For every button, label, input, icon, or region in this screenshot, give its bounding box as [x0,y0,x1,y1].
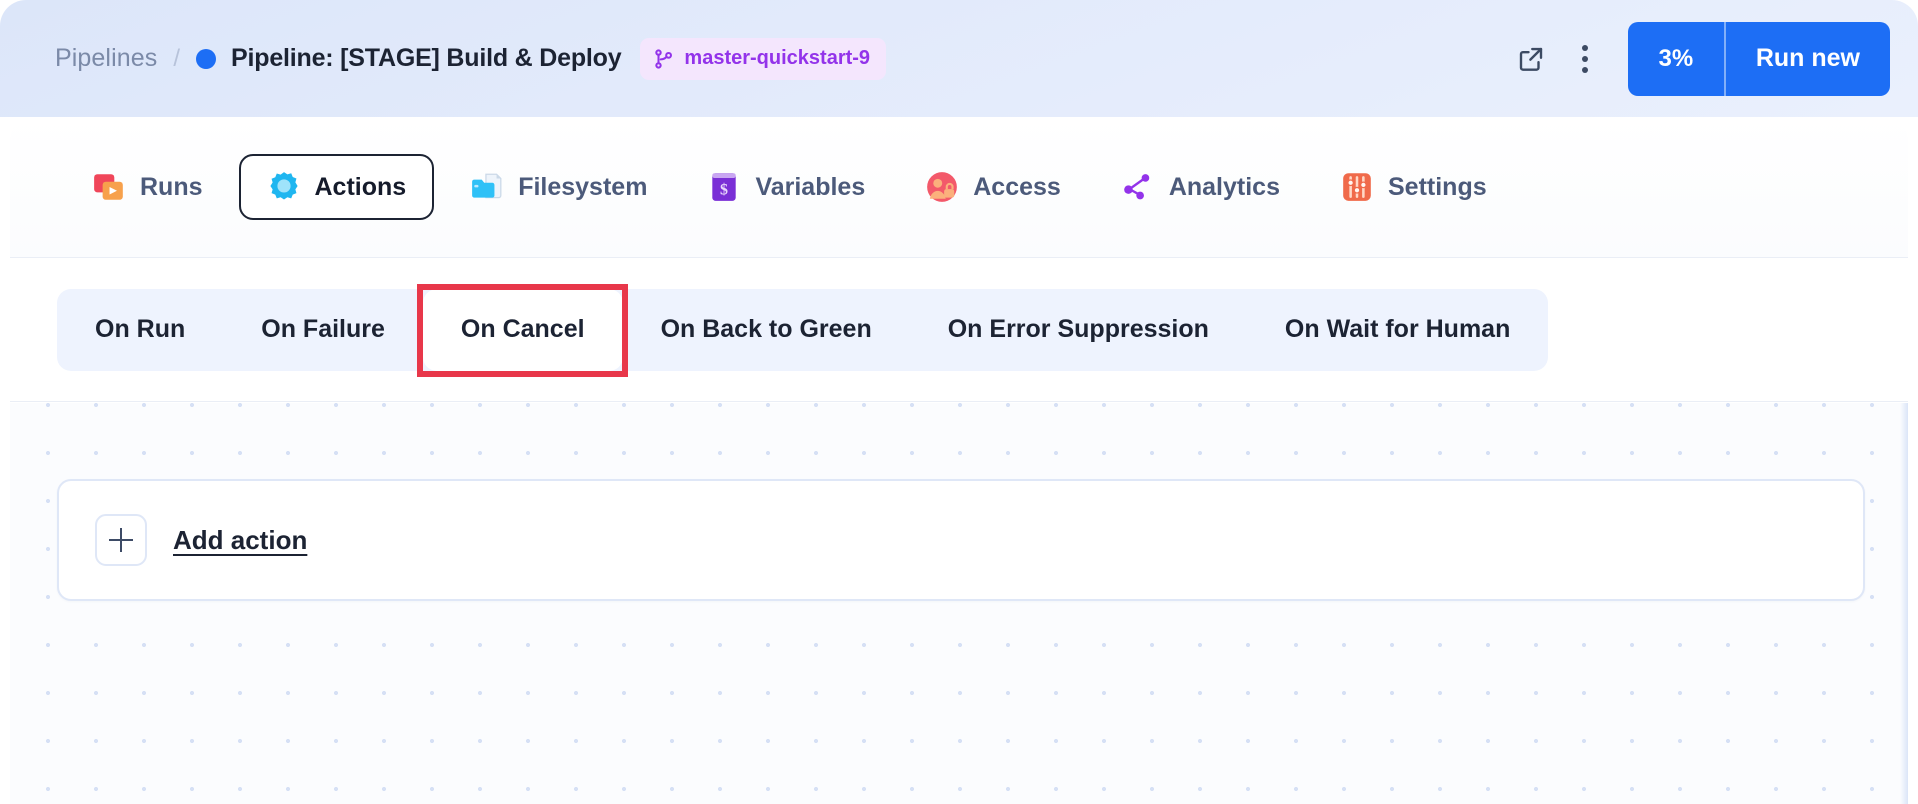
subtab-on-cancel[interactable]: On Cancel [422,288,623,371]
app-root: Pipelines / Pipeline: [STAGE] Build & De… [0,0,1918,804]
primary-tabs: Runs Actions Filesystem $ Variables Acce… [10,117,1908,258]
run-button-group: 3% Run new [1627,21,1890,96]
action-trigger-tabs: On Run On Failure On Cancel On Back to G… [10,258,1908,402]
tab-analytics[interactable]: Analytics [1097,154,1304,220]
tab-variables[interactable]: $ Variables [683,154,889,220]
git-branch-icon [655,48,673,69]
kebab-dot [1581,66,1588,73]
canvas-right-edge [1900,403,1908,804]
tab-access[interactable]: Access [901,154,1085,220]
tab-settings-label: Settings [1388,172,1487,201]
svg-text:$: $ [720,181,728,198]
kebab-dot [1581,55,1588,62]
branch-badge-label: master-quickstart-9 [684,47,871,69]
analytics-graph-icon [1124,174,1150,200]
external-link-icon [1519,47,1543,71]
tab-runs-label: Runs [140,172,203,201]
branch-badge[interactable]: master-quickstart-9 [640,37,887,80]
header-actions: 3% Run new [1504,21,1890,96]
tab-filesystem[interactable]: Filesystem [446,154,671,220]
variables-dollar-icon: $ [712,173,737,201]
access-users-icon [927,172,958,202]
subtab-on-run[interactable]: On Run [57,289,223,371]
subtab-on-wait-for-human[interactable]: On Wait for Human [1247,289,1548,371]
subtab-on-error-suppression[interactable]: On Error Suppression [910,289,1247,371]
tab-actions-label: Actions [314,172,407,201]
tab-filesystem-label: Filesystem [518,172,648,201]
tab-variables-label: Variables [755,172,866,201]
tab-actions[interactable]: Actions [238,154,435,220]
more-options-button[interactable] [1558,32,1612,86]
pipeline-status-dot [196,48,217,69]
action-trigger-tablist: On Run On Failure On Cancel On Back to G… [57,288,1549,371]
tab-analytics-label: Analytics [1168,172,1280,201]
plus-icon [109,528,133,552]
breadcrumb-separator: / [173,44,181,72]
page-header: Pipelines / Pipeline: [STAGE] Build & De… [0,0,1918,117]
tab-access-label: Access [973,172,1061,201]
breadcrumb: Pipelines / Pipeline: [STAGE] Build & De… [55,37,1504,80]
run-new-button[interactable]: Run new [1726,22,1890,96]
add-action-label[interactable]: Add action [173,525,307,556]
run-progress-button[interactable]: 3% [1628,22,1724,96]
runs-icon [94,174,123,200]
actions-gear-icon [269,172,298,200]
add-action-card[interactable]: Add action [57,479,1865,601]
kebab-dot [1581,44,1588,51]
content-card: Runs Actions Filesystem $ Variables Acce… [10,117,1908,804]
tab-runs[interactable]: Runs [68,154,227,220]
tab-settings[interactable]: Settings [1316,154,1511,220]
subtab-on-failure[interactable]: On Failure [223,289,423,371]
open-external-button[interactable] [1504,32,1558,86]
page-title: Pipeline: [STAGE] Build & Deploy [231,44,622,72]
filesystem-folder-icon [472,173,502,199]
breadcrumb-root-link[interactable]: Pipelines [55,44,157,73]
add-action-plus-button[interactable] [95,514,147,566]
subtab-on-back-to-green[interactable]: On Back to Green [623,289,910,371]
settings-sliders-icon [1343,173,1371,201]
actions-canvas: Add action [10,403,1908,804]
